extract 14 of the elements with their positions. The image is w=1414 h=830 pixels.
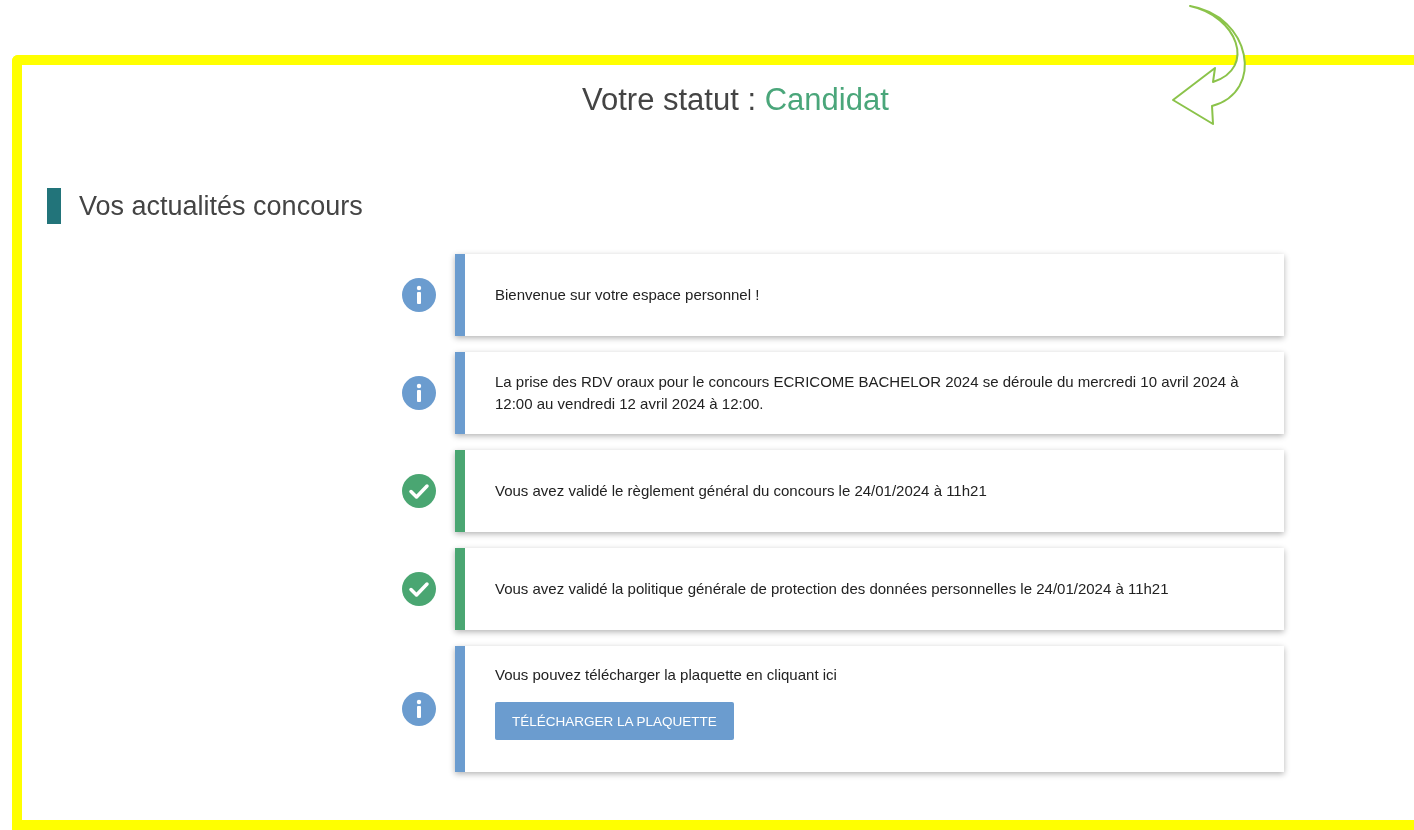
info-icon bbox=[402, 692, 436, 726]
news-text: Bienvenue sur votre espace personnel ! bbox=[495, 285, 761, 305]
news-text: Vous avez validé la politique générale de protection des données personnelles le 24/01/2024 à 11h21 bbox=[495, 579, 1170, 599]
news-text: Vous avez validé le règlement général du concours le 24/01/2024 à 11h21 bbox=[495, 481, 988, 501]
info-icon bbox=[402, 376, 436, 410]
download-button[interactable]: TÉLÉCHARGER LA PLAQUETTE bbox=[495, 702, 734, 740]
check-icon bbox=[402, 474, 436, 508]
check-icon bbox=[402, 572, 436, 606]
news-text: La prise des RDV oraux pour le concours ECRICOME BACHELOR 2024 se déroule du mercredi 10 avril 2024 à 12:00 au vendredi 12 avril 2024 à 12:00. bbox=[495, 372, 1240, 414]
status-title: Votre statut : Candidat bbox=[582, 82, 889, 118]
info-icon bbox=[402, 278, 436, 312]
news-text: Vous pouvez télécharger la plaquette en cliquant ici bbox=[495, 665, 838, 685]
section-title: Vos actualités concours bbox=[79, 190, 363, 222]
section-marker bbox=[47, 188, 61, 224]
